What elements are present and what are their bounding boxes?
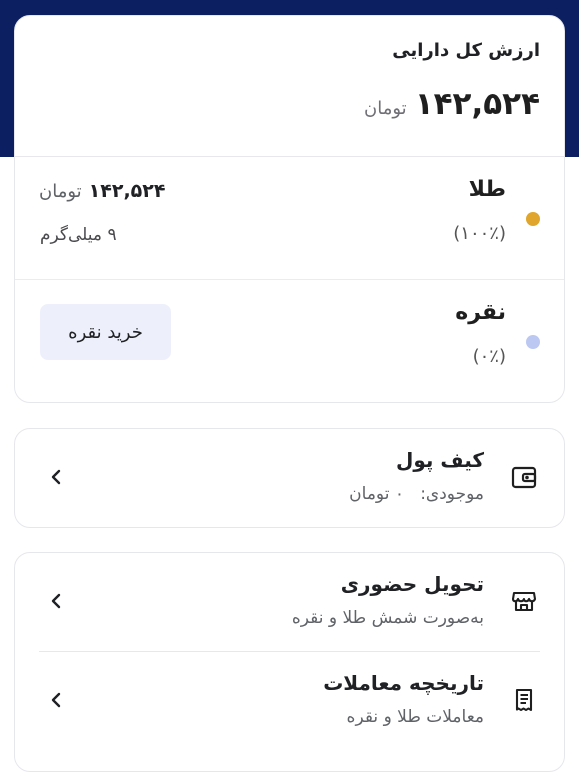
store-icon [511,591,537,612]
silver-name: نقره [455,300,506,325]
wallet-balance-value: ۰ تومان [349,484,404,504]
gold-name: طلا [468,177,506,202]
in-person-delivery-subtitle: به‌صورت شمش طلا و نقره [291,608,484,628]
silver-asset-row: نقره (۰٪) خرید نقره [15,280,564,402]
total-assets-value: ۱۴۲,۵۲۴ [414,86,540,122]
gold-percent: (۱۰۰٪) [453,223,506,244]
silver-color-dot [526,335,540,349]
assets-summary-card: ارزش کل دارایی ۱۴۲,۵۲۴ تومان طلا (۱۰۰٪) … [14,15,565,403]
total-assets-value-row: ۱۴۲,۵۲۴ تومان [364,86,540,122]
transaction-history-item[interactable]: تاریخچه معاملات معاملات طلا و نقره [15,652,564,751]
total-assets-label: ارزش کل دارایی [392,40,540,61]
chevron-left-icon [51,692,61,708]
in-person-delivery-item[interactable]: تحویل حضوری به‌صورت شمش طلا و نقره [15,553,564,652]
gold-value-unit: تومان [39,181,82,202]
total-assets-unit: تومان [364,98,407,119]
wallet-balance-row: موجودی: ۰ تومان [349,484,484,504]
gold-value: ۱۴۲,۵۲۴ [88,180,166,202]
gold-asset-row: طلا (۱۰۰٪) ۱۴۲,۵۲۴ تومان ۹ میلی‌گرم [15,157,564,280]
gold-value-row: ۱۴۲,۵۲۴ تومان [39,180,165,202]
buy-silver-button[interactable]: خرید نقره [40,304,171,360]
wallet-icon [511,466,537,489]
wallet-balance-label: موجودی: [420,484,484,504]
wallet-title: کیف پول [396,448,484,472]
receipt-icon [515,688,533,712]
total-assets-header: ارزش کل دارایی ۱۴۲,۵۲۴ تومان [15,16,564,157]
chevron-left-icon [51,469,61,485]
silver-percent: (۰٪) [472,346,506,367]
in-person-delivery-title: تحویل حضوری [340,572,484,596]
gold-weight: ۹ میلی‌گرم [40,225,117,245]
gold-color-dot [526,212,540,226]
services-card: تحویل حضوری به‌صورت شمش طلا و نقره تاریخ… [14,552,565,772]
transaction-history-subtitle: معاملات طلا و نقره [346,707,484,727]
chevron-left-icon [51,593,61,609]
wallet-card[interactable]: کیف پول موجودی: ۰ تومان [14,428,565,528]
transaction-history-title: تاریخچه معاملات [323,671,484,695]
